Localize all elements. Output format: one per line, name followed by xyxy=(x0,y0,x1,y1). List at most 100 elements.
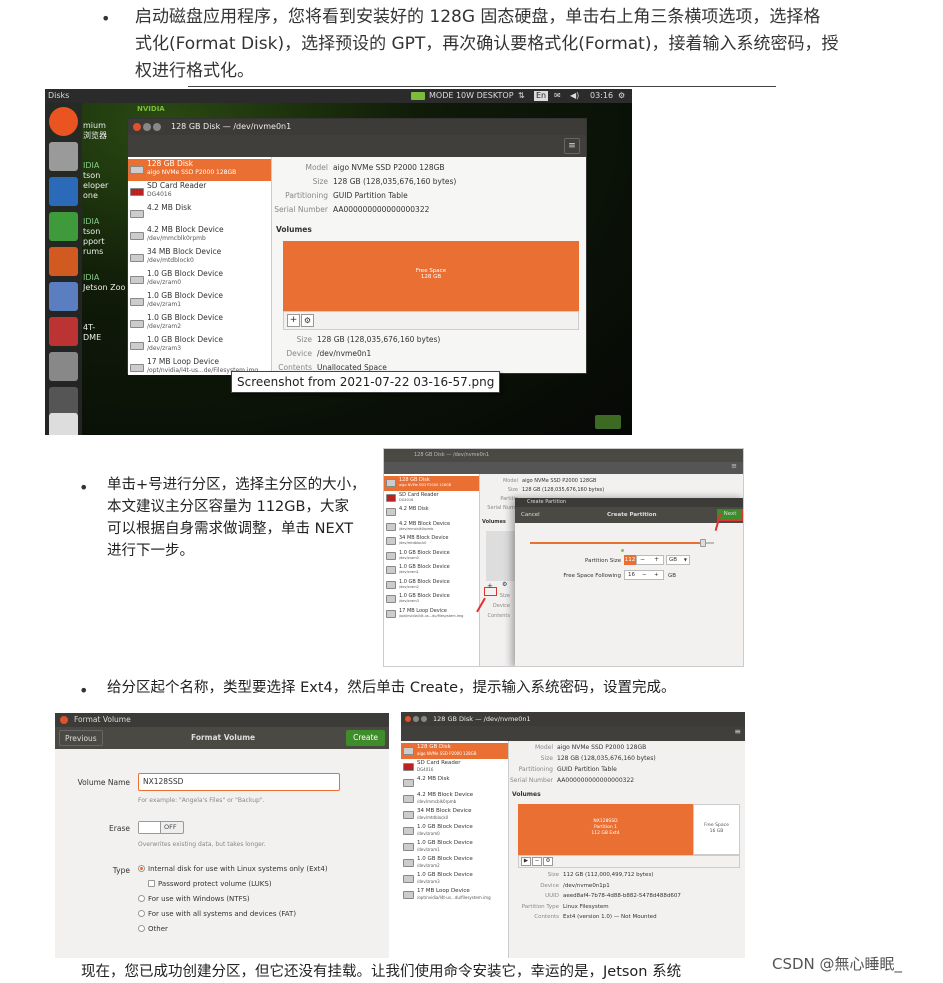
previous-button[interactable]: Previous xyxy=(59,730,103,746)
maximize-icon[interactable] xyxy=(153,123,161,131)
sidebar-item[interactable]: 17 MB Loop Device/opt/nvidia/l4t-us...du… xyxy=(384,607,479,622)
volume-icon[interactable]: ◀) xyxy=(570,89,579,103)
delete-partition-button[interactable]: − xyxy=(532,857,542,866)
mail-icon[interactable]: ✉ xyxy=(554,89,561,103)
drive-icon[interactable] xyxy=(49,387,78,416)
type-option[interactable]: For use with all systems and devices (FA… xyxy=(138,910,296,918)
gear-icon[interactable]: ⚙ xyxy=(618,89,625,103)
software-icon[interactable] xyxy=(49,282,78,311)
sidebar-item[interactable]: 4.2 MB Block Device/dev/mmcblk0rpmb xyxy=(384,520,479,535)
sidebar-item[interactable]: SD Card Reader DG4016 xyxy=(401,759,508,775)
sidebar-item[interactable]: 17 MB Loop Device/opt/nvidia/l4t-us...du… xyxy=(401,887,508,903)
sidebar-item[interactable]: 34 MB Block Device/dev/mtdblock0 xyxy=(401,807,508,823)
partition-size-input[interactable]: 112 xyxy=(624,555,636,565)
sidebar-item[interactable]: 1.0 GB Block Device/dev/zram1 xyxy=(128,291,271,313)
settings-icon[interactable] xyxy=(49,317,78,346)
gear-icon[interactable]: ⚙ xyxy=(301,314,314,327)
erase-state: OFF xyxy=(164,823,177,831)
increment-button[interactable]: + xyxy=(654,556,659,564)
erase-toggle[interactable]: OFF xyxy=(138,821,184,834)
calc-icon[interactable] xyxy=(49,212,78,241)
free-space-block[interactable]: Free Space 128 GB xyxy=(283,241,579,311)
close-icon[interactable] xyxy=(405,716,411,722)
files-icon[interactable] xyxy=(49,142,78,171)
sidebar-item[interactable]: 1.0 GB Block Device/dev/zram3 xyxy=(128,335,271,357)
sidebar-item[interactable]: 4.2 MB Block Device/dev/mmcblk0rpmb xyxy=(401,791,508,807)
ubuntu-logo-icon[interactable] xyxy=(49,107,78,136)
topbar-mode[interactable]: MODE 10W DESKTOP xyxy=(429,89,514,103)
sidebar-item[interactable]: 34 MB Block Device/dev/mtdblock0 xyxy=(128,247,271,269)
sidebar-item[interactable]: 1.0 GB Block Device/dev/zram0 xyxy=(384,549,479,564)
volume-name-input[interactable]: NX128SSD xyxy=(138,773,340,791)
increment-button[interactable]: + xyxy=(654,571,659,579)
sidebar-item[interactable]: 1.0 GB Block Device/dev/zram2 xyxy=(384,578,479,593)
nvidia-tray-icon[interactable] xyxy=(411,92,425,100)
type-option[interactable]: Password protect volume (LUKS) xyxy=(148,880,272,888)
sidebar-item[interactable]: SD Card Reader DG4016 xyxy=(384,491,479,506)
info-key: Size xyxy=(540,755,553,762)
gear-icon[interactable]: ⚙ xyxy=(543,857,553,866)
checkbox[interactable] xyxy=(148,880,155,887)
type-option[interactable]: Other xyxy=(138,925,168,933)
sidebar-item[interactable]: 128 GB Disk aigo NVMe SSD P2000 128GB xyxy=(128,159,271,181)
type-option[interactable]: Internal disk for use with Linux systems… xyxy=(138,865,328,873)
drive-icon xyxy=(386,580,396,589)
unit-select[interactable]: GB ▼ xyxy=(666,555,690,565)
sidebar-item[interactable]: SD Card Reader DG4016 xyxy=(128,181,271,203)
sidebar-item[interactable]: 4.2 MB Disk xyxy=(401,775,508,791)
size-slider-handle[interactable] xyxy=(700,539,706,547)
slider-marker xyxy=(621,549,624,552)
add-partition-button[interactable]: + xyxy=(487,582,493,590)
trash-icon[interactable] xyxy=(49,413,78,435)
sidebar-item[interactable]: 1.0 GB Block Device/dev/zram3 xyxy=(401,871,508,887)
menu-icon[interactable]: ≡ xyxy=(564,138,580,154)
sidebar-item[interactable]: 1.0 GB Block Device/dev/zram2 xyxy=(401,855,508,871)
partition-label: 112 GB Ext4 xyxy=(591,831,620,836)
clock[interactable]: 03:16 xyxy=(590,89,613,103)
network-icon[interactable]: ⇅ xyxy=(518,89,525,103)
dialog-title: Create Partition xyxy=(527,499,567,505)
free-following-input[interactable]: 16 − + xyxy=(624,570,664,580)
impress-icon[interactable] xyxy=(49,247,78,276)
menu-icon[interactable]: ≡ xyxy=(731,462,737,470)
maximize-icon[interactable] xyxy=(421,716,427,722)
partition-block[interactable]: NX128SSD Partition 1 112 GB Ext4 xyxy=(518,804,693,855)
sidebar-item[interactable]: 4.2 MB Disk xyxy=(384,505,479,520)
sidebar-item[interactable]: 1.0 GB Block Device/dev/zram2 xyxy=(128,313,271,335)
sidebar-item[interactable]: 34 MB Block Device/dev/mtdblock0 xyxy=(384,534,479,549)
nvidia-logo: NVIDIA xyxy=(137,105,165,113)
minimize-icon[interactable] xyxy=(143,123,151,131)
decrement-button[interactable]: − xyxy=(640,556,645,564)
sidebar-item[interactable]: 128 GB Disk aigo NVMe SSD P2000 128GB xyxy=(401,743,508,759)
close-icon[interactable] xyxy=(60,716,68,724)
sidebar-item[interactable]: 128 GB Disk aigo NVMe SSD P2000 128GB xyxy=(384,476,479,491)
drive-icon xyxy=(130,166,144,174)
close-icon[interactable] xyxy=(133,123,141,131)
disks-icon[interactable] xyxy=(49,352,78,381)
volume-name-hint: For example: "Angela's Files" or "Backup… xyxy=(138,797,265,804)
radio[interactable] xyxy=(138,895,145,902)
sidebar-item[interactable]: 1.0 GB Block Device/dev/zram1 xyxy=(384,563,479,578)
sidebar-item[interactable]: 1.0 GB Block Device/dev/zram0 xyxy=(401,823,508,839)
add-partition-button[interactable]: + xyxy=(287,314,300,327)
sidebar-item[interactable]: 1.0 GB Block Device/dev/zram3 xyxy=(384,592,479,607)
gear-icon[interactable]: ⚙ xyxy=(502,581,507,588)
mount-icon[interactable]: ▶ xyxy=(521,857,531,866)
create-button[interactable]: Create xyxy=(346,730,385,746)
menu-icon[interactable]: ≡ xyxy=(734,727,741,736)
free-space-block[interactable]: Free Space 16 GB xyxy=(693,804,740,855)
type-option[interactable]: For use with Windows (NTFS) xyxy=(138,895,250,903)
detail-key: UUID xyxy=(545,893,559,899)
sidebar-item[interactable]: 4.2 MB Block Device/dev/mmcblk0rpmb xyxy=(128,225,271,247)
sidebar-item[interactable]: 1.0 GB Block Device/dev/zram1 xyxy=(401,839,508,855)
keyboard-lang[interactable]: En xyxy=(534,91,549,101)
radio[interactable] xyxy=(138,910,145,917)
radio-selected[interactable] xyxy=(138,865,145,872)
sidebar-item[interactable]: 1.0 GB Block Device/dev/zram0 xyxy=(128,269,271,291)
decrement-button[interactable]: − xyxy=(642,571,647,579)
cancel-button[interactable]: Cancel xyxy=(521,507,540,523)
radio[interactable] xyxy=(138,925,145,932)
sidebar-item[interactable]: 4.2 MB Disk xyxy=(128,203,271,225)
writer-icon[interactable] xyxy=(49,177,78,206)
minimize-icon[interactable] xyxy=(413,716,419,722)
